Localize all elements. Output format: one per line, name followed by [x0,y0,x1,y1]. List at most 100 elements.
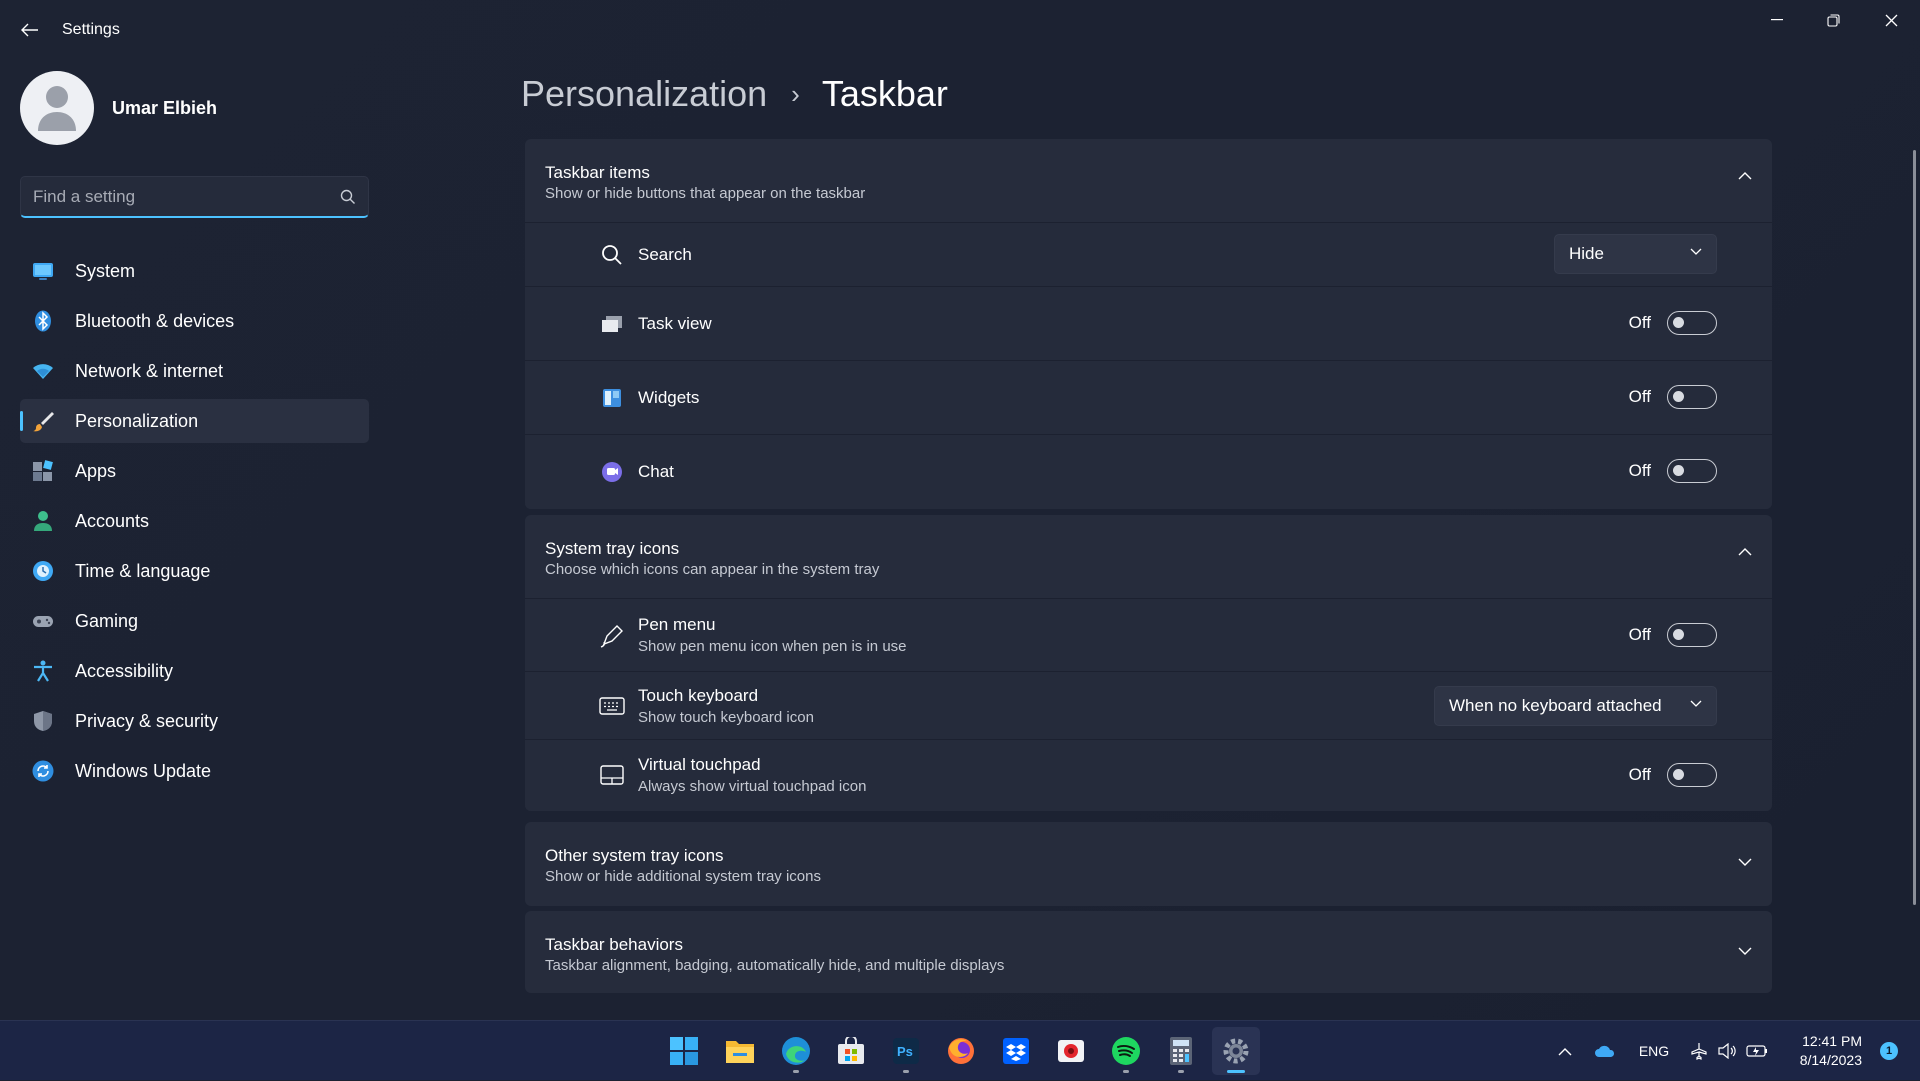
running-indicator [1178,1070,1184,1073]
taskbar-behaviors-header[interactable]: Taskbar behaviors Taskbar alignment, bad… [525,911,1772,993]
photo-app-icon [1058,1040,1084,1062]
monitor-icon [33,263,53,280]
toggle-state-label: Off [1628,313,1651,332]
chat-toggle-group: Off [1629,459,1717,483]
taskbar-calculator[interactable] [1157,1027,1205,1075]
other-tray-header[interactable]: Other system tray icons Show or hide add… [525,822,1772,906]
apps-icon [33,460,53,481]
taskbar-store[interactable] [827,1027,875,1075]
taskbar-photo-app[interactable] [1047,1027,1095,1075]
setting-title: Task view [638,314,712,333]
setting-title: Chat [638,462,674,481]
taskbar-firefox[interactable] [937,1027,985,1075]
sidebar-item-gaming[interactable]: Gaming [20,599,369,643]
chevron-up-icon[interactable] [1738,547,1752,556]
shield-icon [34,711,52,731]
taskbar-spotify[interactable] [1102,1027,1150,1075]
taskbar-edge[interactable] [772,1027,820,1075]
notification-badge[interactable]: 1 [1880,1042,1898,1060]
pen-icon [599,623,625,649]
widgets-icon [599,385,625,411]
sidebar-item-privacy[interactable]: Privacy & security [20,699,369,743]
toggle-state-label: Off [1628,765,1651,784]
sidebar-item-accounts[interactable]: Accounts [20,499,369,543]
sidebar-item-label: Privacy & security [75,710,219,731]
dropbox-icon [1003,1038,1029,1064]
sidebar-item-label: Personalization [75,410,199,431]
search-icon[interactable] [340,189,356,210]
page-title: Taskbar [821,73,948,114]
sidebar-item-label: Time & language [75,560,211,581]
setting-row-touch-keyboard: Touch keyboard Show touch keyboard icon … [525,672,1772,740]
volume-tray[interactable] [1716,1021,1738,1081]
sidebar-item-system[interactable]: System [20,249,369,293]
battery-tray[interactable] [1744,1021,1770,1081]
taskbar-photoshop[interactable]: Ps [882,1027,930,1075]
sidebar-item-accessibility[interactable]: Accessibility [20,649,369,693]
search-input[interactable] [33,177,333,217]
restore-icon [1826,13,1840,27]
show-hidden-icons-button[interactable] [1554,1021,1576,1081]
breadcrumb: Personalization › Taskbar [521,72,948,116]
start-button[interactable] [660,1027,708,1075]
sidebar-item-windows-update[interactable]: Windows Update [20,749,369,793]
taskbar-items-section: Taskbar items Show or hide buttons that … [525,139,1772,509]
file-explorer-icon [726,1041,754,1063]
clock[interactable]: 12:41 PM 8/14/2023 [1800,1032,1862,1070]
app-title: Settings [62,21,120,38]
sidebar-item-bluetooth[interactable]: Bluetooth & devices [20,299,369,343]
toggle-state-label: Off [1628,461,1651,480]
virtual-touchpad-toggle[interactable] [1667,763,1717,787]
sidebar-item-time-language[interactable]: Time & language [20,549,369,593]
accessibility-icon [34,660,52,682]
setting-subtitle: Show touch keyboard icon [638,709,814,726]
taskbar-items-header[interactable]: Taskbar items Show or hide buttons that … [525,139,1772,223]
search-icon [599,242,625,268]
chevron-up-icon[interactable] [1738,171,1752,180]
widgets-toggle[interactable] [1667,385,1717,409]
section-subtitle: Choose which icons can appear in the sys… [545,561,880,578]
setting-title: Pen menu [638,615,716,634]
user-profile[interactable]: Umar Elbieh [20,70,217,146]
photoshop-icon: Ps [893,1038,919,1064]
running-indicator [793,1070,799,1073]
sidebar-item-label: Apps [75,460,117,481]
task-view-toggle[interactable] [1667,311,1717,335]
system-tray-header[interactable]: System tray icons Choose which icons can… [525,515,1772,599]
search-mode-dropdown[interactable]: Hide [1554,234,1717,274]
close-icon [1885,14,1897,26]
back-button[interactable] [16,16,44,44]
minimize-button[interactable] [1749,0,1805,40]
setting-title: Virtual touchpad [638,755,761,774]
touch-keyboard-dropdown[interactable]: When no keyboard attached [1434,686,1717,726]
touchpad-icon [599,762,625,788]
taskbar-settings[interactable] [1212,1027,1260,1075]
sidebar-item-personalization[interactable]: Personalization [20,399,369,443]
pen-menu-toggle[interactable] [1667,623,1717,647]
chat-toggle[interactable] [1667,459,1717,483]
taskbar-file-explorer[interactable] [716,1027,764,1075]
breadcrumb-parent[interactable]: Personalization [521,73,767,115]
settings-search[interactable] [20,176,369,218]
restore-button[interactable] [1805,0,1861,40]
battery-charging-icon [1746,1045,1767,1057]
sidebar-item-apps[interactable]: Apps [20,449,369,493]
chevron-down-icon[interactable] [1738,947,1752,956]
windows-start-icon [670,1037,698,1065]
taskbar-dropbox[interactable] [992,1027,1040,1075]
close-button[interactable] [1863,0,1919,40]
chevron-down-icon[interactable] [1738,858,1752,867]
airplane-mode-tray[interactable] [1688,1021,1710,1081]
toggle-state-label: Off [1628,387,1651,406]
scrollbar[interactable] [1913,150,1916,905]
toggle-state-label: Off [1628,625,1651,644]
settings-window: Settings Umar Elbieh System Bluetooth & … [0,0,1920,1020]
language-label: ENG [1638,1043,1670,1059]
title-bar: Settings [0,0,1920,60]
language-indicator[interactable]: ENG [1634,1021,1674,1081]
back-arrow-icon [21,23,38,37]
bluetooth-icon [35,310,51,332]
sidebar-item-network[interactable]: Network & internet [20,349,369,393]
sidebar-item-label: System [75,260,136,281]
onedrive-tray[interactable] [1592,1021,1618,1081]
